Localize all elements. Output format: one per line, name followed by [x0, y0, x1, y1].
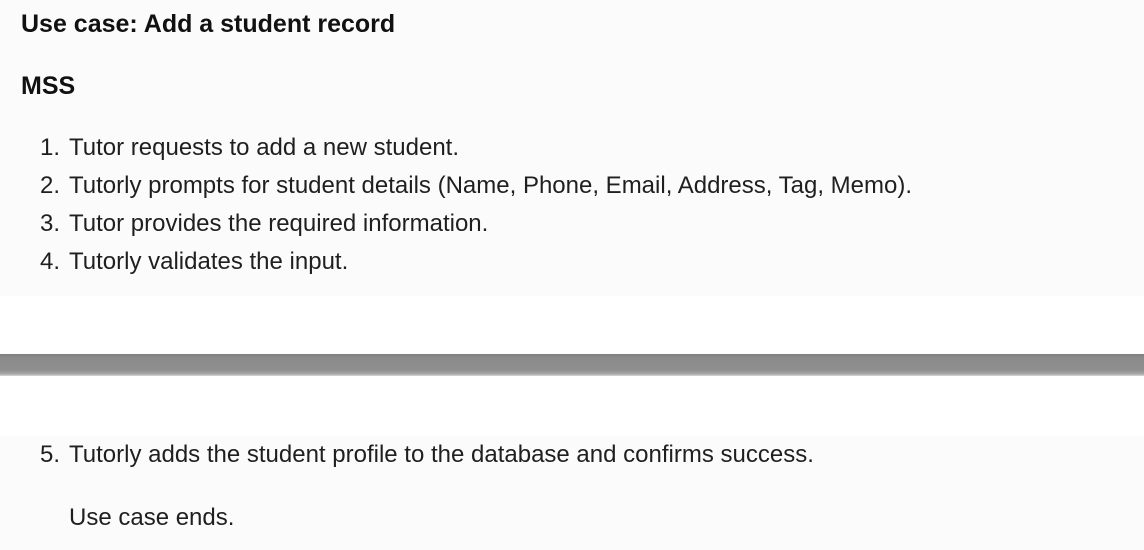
step-number: 2. — [40, 172, 61, 199]
page-gap — [0, 296, 1144, 354]
step-item: 2. Tutorly prompts for student details (N… — [40, 171, 912, 201]
step-number: 5. — [40, 441, 61, 468]
step-item: 4. Tutorly validates the input. — [40, 247, 348, 277]
page-break-divider — [0, 354, 1144, 376]
step-text: Tutorly prompts for student details (Nam… — [69, 172, 913, 199]
step-text: Tutor provides the required information. — [69, 210, 489, 237]
step-item: 3. Tutor provides the required informatio… — [40, 209, 488, 239]
step-number: 1. — [40, 134, 61, 161]
use-case-ending: Use case ends. — [69, 504, 235, 531]
step-item: 5. Tutorly adds the student profile to th… — [40, 440, 814, 470]
step-text: Tutor requests to add a new student. — [69, 134, 460, 161]
page-top-section: Use case: Add a student record MSS 1. Tut… — [0, 0, 1144, 296]
step-number: 3. — [40, 210, 61, 237]
step-number: 4. — [40, 248, 61, 275]
step-text: Tutorly adds the student profile to the … — [69, 441, 814, 468]
step-text: Tutorly validates the input. — [69, 248, 349, 275]
mss-heading: MSS — [21, 72, 76, 100]
use-case-title: Use case: Add a student record — [21, 10, 396, 38]
step-item: 1. Tutor requests to add a new student. — [40, 133, 459, 163]
page-gap — [0, 376, 1144, 436]
